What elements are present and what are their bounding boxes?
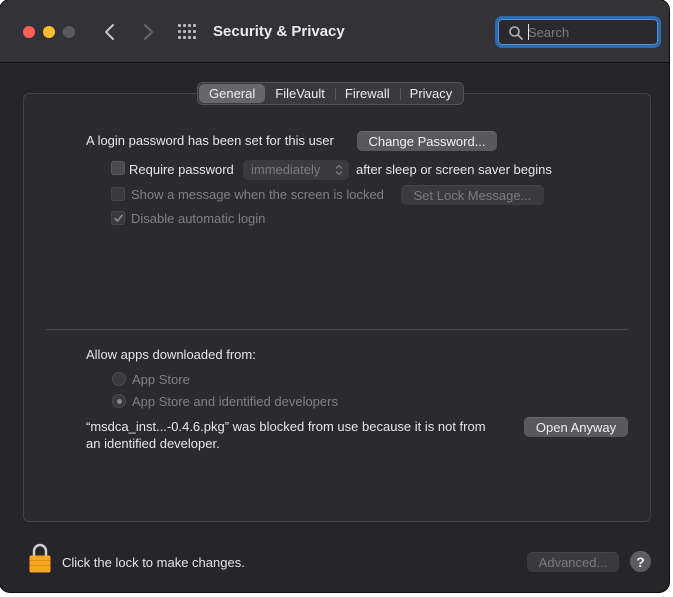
radio-app-store[interactable] — [112, 372, 126, 386]
tab-filevault[interactable]: FileVault — [265, 84, 335, 103]
tab-bar: General FileVault Firewall Privacy — [197, 82, 465, 105]
close-window-button[interactable] — [23, 26, 35, 38]
show-message-label: Show a message when the screen is locked — [131, 187, 384, 202]
lock-icon[interactable] — [29, 543, 51, 573]
require-password-delay-select[interactable]: immediately — [243, 160, 349, 180]
lock-instruction-text: Click the lock to make changes. — [62, 555, 245, 570]
disable-auto-login-checkbox[interactable] — [111, 211, 125, 225]
radio-app-store-label: App Store — [132, 372, 190, 387]
minimize-window-button[interactable] — [43, 26, 55, 38]
show-all-grid-icon[interactable] — [177, 22, 199, 42]
zoom-window-button[interactable] — [63, 26, 75, 38]
updown-chevron-icon — [335, 164, 343, 176]
window-title: Security & Privacy — [213, 23, 345, 40]
checkmark-icon — [114, 214, 123, 222]
text-caret — [528, 24, 529, 40]
advanced-button[interactable]: Advanced... — [527, 552, 619, 572]
general-panel — [23, 93, 651, 522]
back-arrow-icon[interactable] — [98, 20, 122, 44]
search-field[interactable] — [495, 16, 661, 48]
forward-arrow-icon[interactable] — [136, 20, 160, 44]
change-password-button[interactable]: Change Password... — [357, 131, 497, 151]
tab-general[interactable]: General — [199, 84, 266, 103]
section-divider — [46, 329, 628, 330]
tab-privacy[interactable]: Privacy — [399, 84, 463, 103]
radio-selected-dot — [117, 399, 122, 404]
set-lock-message-button[interactable]: Set Lock Message... — [401, 185, 544, 205]
login-password-text: A login password has been set for this u… — [86, 133, 334, 148]
security-privacy-window: Security & Privacy General FileVault Fir… — [0, 0, 669, 592]
help-button[interactable]: ? — [630, 551, 651, 572]
tab-firewall[interactable]: Firewall — [334, 84, 400, 103]
title-bar: Security & Privacy — [0, 0, 669, 63]
require-password-checkbox[interactable] — [111, 161, 125, 175]
search-icon — [508, 25, 524, 41]
require-password-delay-value: immediately — [251, 162, 321, 177]
disable-auto-login-label: Disable automatic login — [131, 211, 266, 226]
allow-apps-heading: Allow apps downloaded from: — [86, 347, 256, 362]
show-message-checkbox[interactable] — [111, 187, 125, 201]
blocked-message-line1: “msdca_inst...-0.4.6.pkg” was blocked fr… — [86, 419, 486, 434]
radio-app-store-identified[interactable] — [112, 394, 126, 408]
search-input[interactable] — [528, 22, 654, 42]
require-password-label: Require password — [129, 162, 234, 177]
blocked-message-line2: an identified developer. — [86, 436, 220, 451]
radio-app-store-identified-label: App Store and identified developers — [132, 394, 338, 409]
open-anyway-button[interactable]: Open Anyway — [524, 417, 628, 437]
require-password-suffix: after sleep or screen saver begins — [356, 162, 552, 177]
